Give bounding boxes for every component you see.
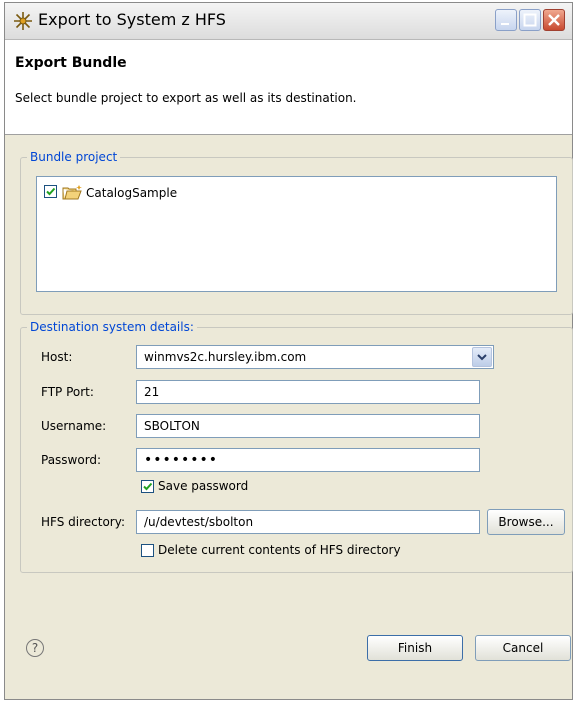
bundle-project-group: Bundle project CatalogSample bbox=[20, 150, 573, 315]
ftp-port-label: FTP Port: bbox=[41, 385, 94, 399]
cancel-button[interactable]: Cancel bbox=[475, 635, 571, 661]
minimize-button[interactable] bbox=[495, 9, 517, 31]
username-value: SBOLTON bbox=[144, 419, 200, 433]
check-icon bbox=[46, 187, 56, 196]
ftp-port-value: 21 bbox=[144, 385, 160, 399]
bundle-project-list[interactable]: CatalogSample bbox=[36, 176, 557, 292]
password-value: •••••••• bbox=[144, 452, 219, 468]
hfs-directory-label: HFS directory: bbox=[41, 515, 125, 529]
host-value: winmvs2c.hursley.ibm.com bbox=[144, 350, 307, 364]
check-icon bbox=[143, 482, 153, 491]
bundle-project-legend: Bundle project bbox=[27, 150, 121, 164]
bundle-item-label[interactable]: CatalogSample bbox=[86, 186, 177, 200]
username-field[interactable]: SBOLTON bbox=[136, 414, 480, 438]
finish-button[interactable]: Finish bbox=[367, 635, 463, 661]
bundle-checkbox[interactable] bbox=[44, 185, 57, 198]
export-dialog: Export to System z HFS Export Bundle Sel… bbox=[4, 2, 573, 700]
wizard-header: Export Bundle Select bundle project to e… bbox=[5, 40, 572, 135]
dialog-footer: ? Finish Cancel bbox=[5, 623, 572, 699]
close-icon bbox=[548, 14, 560, 26]
bundle-folder-icon bbox=[62, 185, 82, 200]
save-password-label[interactable]: Save password bbox=[158, 479, 248, 493]
maximize-button[interactable] bbox=[519, 9, 541, 31]
chevron-down-icon bbox=[477, 354, 487, 361]
minimize-icon bbox=[501, 23, 509, 25]
browse-button[interactable]: Browse... bbox=[487, 509, 565, 535]
delete-contents-label[interactable]: Delete current contents of HFS directory bbox=[158, 543, 401, 557]
username-label: Username: bbox=[41, 419, 107, 433]
password-label: Password: bbox=[41, 453, 102, 467]
host-combo[interactable]: winmvs2c.hursley.ibm.com bbox=[136, 345, 494, 369]
password-field[interactable]: •••••••• bbox=[136, 448, 480, 472]
title-bar[interactable]: Export to System z HFS bbox=[5, 3, 572, 40]
window-title: Export to System z HFS bbox=[38, 10, 226, 29]
export-wizard-icon bbox=[14, 12, 32, 30]
host-label: Host: bbox=[41, 350, 73, 364]
ftp-port-field[interactable]: 21 bbox=[136, 380, 480, 404]
page-description: Select bundle project to export as well … bbox=[15, 91, 357, 105]
host-dropdown-button[interactable] bbox=[472, 347, 492, 367]
destination-group: Destination system details: Host: winmvs… bbox=[20, 320, 573, 573]
hfs-directory-field[interactable]: /u/devtest/sbolton bbox=[136, 510, 480, 534]
help-icon[interactable]: ? bbox=[26, 639, 44, 657]
save-password-checkbox[interactable] bbox=[141, 480, 154, 493]
delete-contents-checkbox[interactable] bbox=[141, 544, 154, 557]
maximize-icon bbox=[523, 13, 537, 27]
destination-legend: Destination system details: bbox=[27, 320, 197, 334]
close-button[interactable] bbox=[543, 9, 565, 31]
page-title: Export Bundle bbox=[15, 55, 127, 71]
hfs-directory-value: /u/devtest/sbolton bbox=[144, 515, 254, 529]
